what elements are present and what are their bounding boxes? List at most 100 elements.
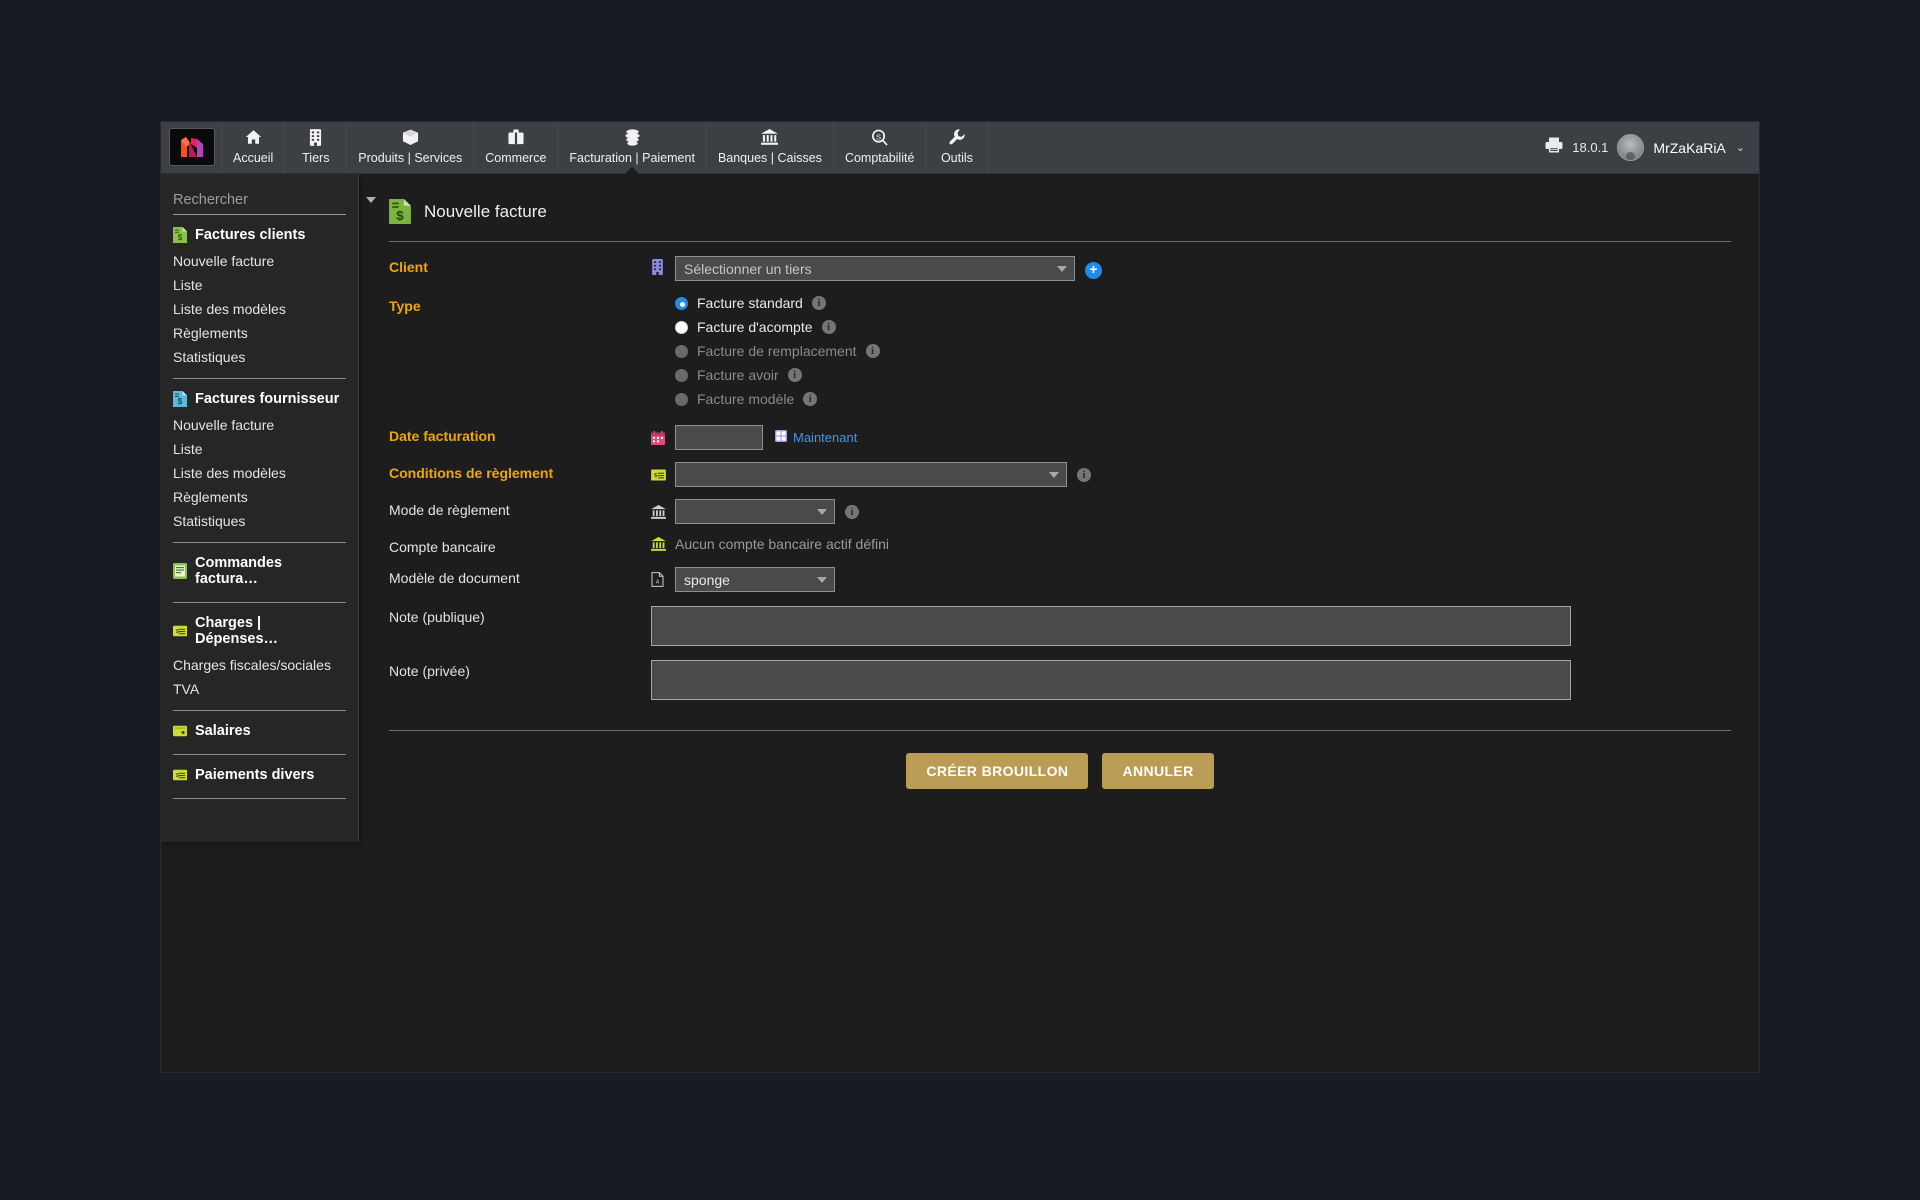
note-privee-textarea[interactable]: [651, 660, 1571, 700]
magnifier-money-icon: S: [871, 126, 888, 148]
sidebar-group-header[interactable]: $ Charges | Dépenses…: [161, 603, 358, 653]
modele-document-select[interactable]: sponge: [675, 567, 835, 592]
sidebar-item-statistiques-fournisseur[interactable]: Statistiques: [161, 509, 358, 533]
sidebar-group-header[interactable]: Commandes factura…: [161, 543, 358, 593]
info-icon[interactable]: i: [1077, 468, 1091, 482]
info-icon[interactable]: i: [788, 368, 802, 382]
sidebar-item-liste-fournisseur[interactable]: Liste: [161, 437, 358, 461]
info-icon[interactable]: i: [822, 320, 836, 334]
add-client-button[interactable]: +: [1085, 262, 1102, 279]
chevron-down-icon[interactable]: ⌄: [1736, 141, 1745, 154]
sidebar-item-liste-modeles-fournisseur[interactable]: Liste des modèles: [161, 461, 358, 485]
sidebar-item-nouvelle-facture-fournisseur[interactable]: Nouvelle facture: [161, 413, 358, 437]
sidebar-group-title: Factures clients: [195, 227, 305, 243]
client-select[interactable]: Sélectionner un tiers: [675, 256, 1075, 281]
footer-divider: [389, 730, 1731, 731]
radio-icon[interactable]: [675, 321, 688, 334]
date-now-link[interactable]: Maintenant: [793, 430, 857, 445]
field-label-mode-reglement: Mode de règlement: [389, 499, 651, 518]
radio-option-facture-avoir: Facture avoir i: [675, 367, 802, 383]
conditions-reglement-select[interactable]: [675, 462, 1067, 487]
menu-label: Produits | Services: [358, 150, 462, 167]
order-green-icon: [173, 563, 187, 579]
sidebar-group-header[interactable]: Salaires: [161, 711, 358, 745]
menu-item-tiers[interactable]: Tiers: [285, 122, 347, 173]
menu-item-commerce[interactable]: Commerce: [474, 122, 558, 173]
invoice-green-icon: $: [173, 227, 187, 243]
svg-text:S: S: [876, 132, 881, 141]
modele-document-value: sponge: [684, 572, 730, 588]
menu-item-facturation-paiement[interactable]: Facturation | Paiement: [558, 122, 707, 173]
printer-icon[interactable]: [1545, 137, 1563, 158]
field-label-conditions-reglement: Conditions de règlement: [389, 462, 651, 481]
sidebar-item-tva[interactable]: TVA: [161, 677, 358, 701]
menu-item-produits-services[interactable]: Produits | Services: [347, 122, 474, 173]
compte-bancaire-value: Aucun compte bancaire actif défini: [675, 536, 889, 552]
create-draft-button[interactable]: CRÉER BROUILLON: [906, 753, 1088, 789]
app-logo[interactable]: [169, 128, 215, 166]
field-row-client: Client Sélectionner un tiers +: [389, 256, 1731, 281]
sidebar-item-reglements-client[interactable]: Règlements: [161, 321, 358, 345]
svg-text:$: $: [178, 397, 183, 406]
menu-label: Banques | Caisses: [718, 150, 822, 167]
menu-item-comptabilite[interactable]: S Comptabilité: [834, 122, 926, 173]
svg-text:$: $: [654, 472, 657, 478]
sidebar-group-header[interactable]: $ Factures clients: [161, 215, 358, 249]
sidebar-item-liste-modeles-client[interactable]: Liste des modèles: [161, 297, 358, 321]
wallet-yellow-icon: [173, 723, 187, 739]
svg-text:$: $: [176, 629, 179, 635]
info-icon[interactable]: i: [866, 344, 880, 358]
field-row-mode-reglement: Mode de règlement i: [389, 499, 1731, 524]
sidebar-item-charges-fiscales-sociales[interactable]: Charges fiscales/sociales: [161, 653, 358, 677]
avatar[interactable]: [1617, 134, 1644, 161]
sidebar-item-liste-client[interactable]: Liste: [161, 273, 358, 297]
sidebar-group-title: Commandes factura…: [195, 555, 346, 587]
sidebar-item-reglements-fournisseur[interactable]: Règlements: [161, 485, 358, 509]
radio-icon: [675, 369, 688, 382]
sidebar-group-charges-depenses: $ Charges | Dépenses… Charges fiscales/s…: [161, 603, 358, 701]
calendar-icon: [651, 431, 675, 445]
svg-text:$: $: [396, 208, 404, 223]
logo-glyph: [177, 134, 207, 160]
field-label-date-facturation: Date facturation: [389, 425, 651, 444]
user-name[interactable]: MrZaKaRiA: [1653, 140, 1725, 156]
sidebar-group-header[interactable]: $ Paiements divers: [161, 755, 358, 789]
sidebar-group-paiements-divers: $ Paiements divers: [161, 755, 358, 789]
sidebar-item-statistiques-client[interactable]: Statistiques: [161, 345, 358, 369]
bill-yellow-icon: $: [173, 623, 187, 639]
svg-text:A: A: [656, 580, 660, 586]
box-icon: [402, 126, 419, 148]
menu-item-banques-caisses[interactable]: Banques | Caisses: [707, 122, 834, 173]
sidebar-group-title: Salaires: [195, 723, 251, 739]
search-input[interactable]: [173, 190, 360, 210]
menu-item-outils[interactable]: Outils: [926, 122, 988, 173]
radio-option-facture-standard[interactable]: Facture standard i: [675, 295, 826, 311]
radio-icon: [675, 345, 688, 358]
sidebar-group-header[interactable]: $ Factures fournisseur: [161, 379, 358, 413]
field-label-type: Type: [389, 295, 651, 314]
header-divider: [389, 241, 1731, 242]
mode-reglement-select[interactable]: [675, 499, 835, 524]
date-facturation-input[interactable]: [675, 425, 763, 450]
note-publique-textarea[interactable]: [651, 606, 1571, 646]
menu-item-accueil[interactable]: Accueil: [221, 122, 285, 173]
main-menu: Accueil Tiers Produits | Services Commer…: [221, 122, 988, 173]
radio-option-facture-acompte[interactable]: Facture d'acompte i: [675, 319, 836, 335]
radio-icon[interactable]: [675, 297, 688, 310]
menu-label: Tiers: [302, 150, 329, 167]
info-icon[interactable]: i: [803, 392, 817, 406]
radio-option-facture-modele: Facture modèle i: [675, 391, 817, 407]
info-icon[interactable]: i: [812, 296, 826, 310]
topbar-right-cluster: 18.0.1 MrZaKaRiA ⌄: [1545, 122, 1759, 173]
calendar-now-icon[interactable]: [775, 429, 787, 447]
sidebar-item-nouvelle-facture-client[interactable]: Nouvelle facture: [161, 249, 358, 273]
sidebar-group-title: Charges | Dépenses…: [195, 615, 346, 647]
form-actions: CRÉER BROUILLON ANNULER: [389, 753, 1731, 789]
sidebar-group-title: Paiements divers: [195, 767, 314, 783]
cancel-button[interactable]: ANNULER: [1102, 753, 1213, 789]
field-label-modele-document: Modèle de document: [389, 567, 651, 586]
menu-label: Outils: [941, 150, 973, 167]
sidebar-group-factures-clients: $ Factures clients Nouvelle facture List…: [161, 215, 358, 369]
sidebar-group-commandes-facturables: Commandes factura…: [161, 543, 358, 593]
info-icon[interactable]: i: [845, 505, 859, 519]
